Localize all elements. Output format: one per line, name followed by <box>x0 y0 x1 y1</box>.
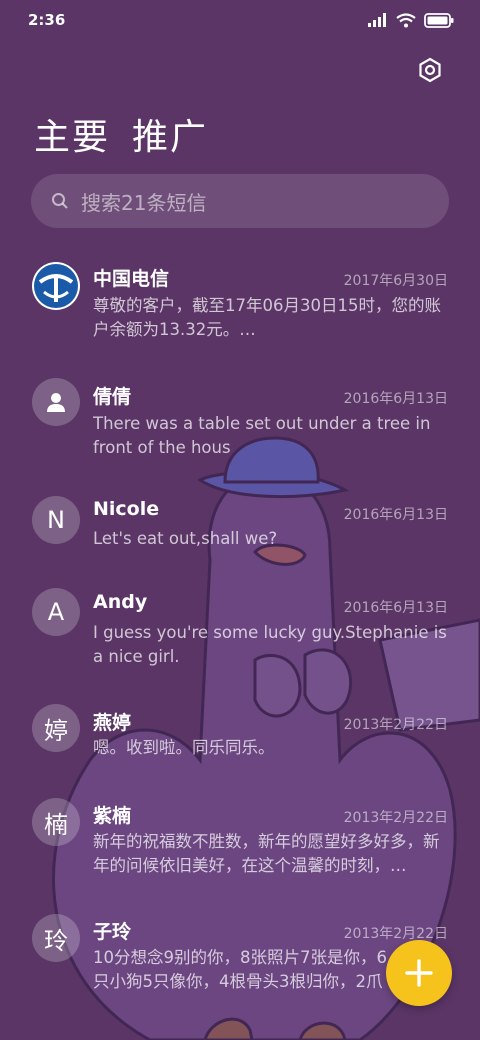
contact-name: 燕婷 <box>93 712 132 734</box>
message-preview: 新年的祝福数不胜数，新年的愿望好多好多，新年的问候依旧美好，在这个温馨的时刻，… <box>93 832 440 875</box>
settings-button[interactable] <box>414 54 446 86</box>
new-message-button[interactable] <box>386 940 452 1006</box>
search-bar[interactable]: 搜索21条短信 <box>31 174 449 228</box>
status-time: 2:36 <box>28 11 66 29</box>
message-preview: There was a table set out under a tree i… <box>93 414 431 457</box>
avatar: 婷 <box>32 704 80 752</box>
message-preview: 嗯。收到啦。同乐同乐。 <box>93 738 275 757</box>
category-tabs: 主要 推广 <box>34 108 208 160</box>
wifi-icon <box>396 12 416 27</box>
tab-promotions[interactable]: 推广 <box>132 108 208 160</box>
message-date: 2016年6月13日 <box>343 507 448 523</box>
signal-icon <box>368 13 386 27</box>
avatar: 玲 <box>32 914 80 962</box>
china-telecom-logo <box>32 262 80 310</box>
message-preview: 10分想念9别的你，8张照片7张是你，6只小狗5只像你，4根骨头3根归你，2爪着… <box>93 948 387 991</box>
message-date: 2013年2月22日 <box>343 926 448 942</box>
battery-icon <box>424 12 454 28</box>
contact-name: 中国电信 <box>93 268 170 290</box>
message-date: 2016年6月13日 <box>343 600 448 616</box>
message-preview: Let's eat out,shall we? <box>93 529 278 548</box>
contact-name: 子玲 <box>93 921 132 943</box>
message-date: 2017年6月30日 <box>343 273 448 289</box>
message-date: 2013年2月22日 <box>343 717 448 733</box>
message-preview: I guess you're some lucky guy.Stephanie … <box>93 623 447 666</box>
message-date: 2016年6月13日 <box>343 391 448 407</box>
plus-icon <box>405 959 433 987</box>
message-preview: 尊敬的客户，截至17年06月30日15时，您的账户余额为13.32元。… <box>93 296 441 339</box>
contact-name: Andy <box>93 591 148 613</box>
conversation-row[interactable]: A Andy 2016年6月13日 I guess you're some lu… <box>0 588 480 698</box>
search-placeholder: 搜索21条短信 <box>81 190 207 215</box>
contact-name: 紫楠 <box>93 805 132 827</box>
conversation-row[interactable]: 楠 紫楠 2013年2月22日 新年的祝福数不胜数，新年的愿望好多好多，新年的问… <box>0 798 480 908</box>
avatar <box>32 378 80 426</box>
avatar: N <box>32 496 80 544</box>
status-icons <box>368 12 454 28</box>
gear-icon <box>419 57 441 83</box>
search-icon <box>52 193 68 209</box>
avatar: A <box>32 588 80 636</box>
contact-name: 倩倩 <box>93 386 132 408</box>
contact-name: Nicole <box>93 498 160 520</box>
tab-primary[interactable]: 主要 <box>34 108 110 160</box>
conversation-row[interactable]: 中国电信 2017年6月30日 尊敬的客户，截至17年06月30日15时，您的账… <box>0 252 480 362</box>
status-bar: 2:36 <box>0 0 480 40</box>
conversation-row[interactable]: 倩倩 2016年6月13日 There was a table set out … <box>0 378 480 488</box>
message-date: 2013年2月22日 <box>343 810 448 826</box>
avatar: 楠 <box>32 798 80 846</box>
person-icon <box>47 393 65 412</box>
